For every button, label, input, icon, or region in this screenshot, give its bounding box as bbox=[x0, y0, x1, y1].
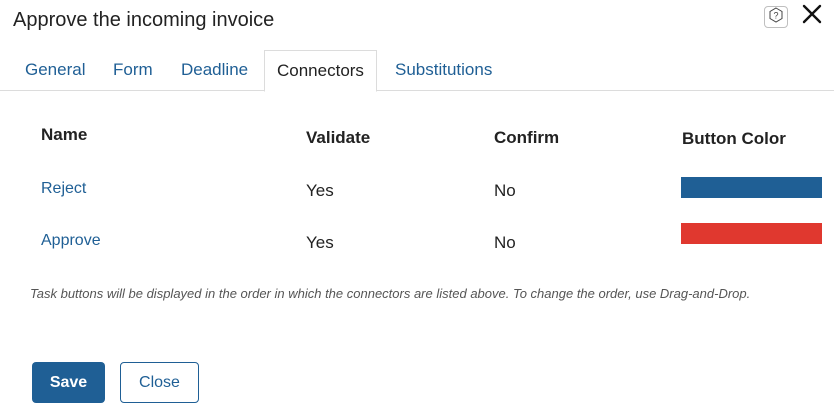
column-header-validate: Validate bbox=[306, 128, 371, 147]
connector-name-link[interactable]: Approve bbox=[41, 232, 101, 250]
close-icon bbox=[802, 4, 822, 29]
connector-name-link[interactable]: Reject bbox=[41, 180, 86, 198]
validate-value: Yes bbox=[306, 181, 334, 200]
save-button[interactable]: Save bbox=[32, 362, 105, 403]
help-button[interactable]: ? bbox=[764, 6, 788, 28]
column-header-confirm: Confirm bbox=[494, 128, 560, 147]
dialog-title: Approve the incoming invoice bbox=[13, 9, 275, 31]
tab-deadline[interactable]: Deadline bbox=[181, 50, 248, 91]
column-header-name: Name bbox=[41, 125, 88, 144]
svg-text:?: ? bbox=[773, 10, 778, 20]
confirm-value: No bbox=[494, 181, 516, 200]
connector-settings-dialog: Approve the incoming invoice ? General F… bbox=[0, 0, 834, 420]
tab-bar: General Form Deadline Connectors Substit… bbox=[0, 50, 834, 92]
confirm-value: No bbox=[494, 233, 516, 252]
column-header-button-color: Button Color bbox=[682, 129, 786, 148]
tab-connectors[interactable]: Connectors bbox=[264, 50, 377, 92]
validate-value: Yes bbox=[306, 233, 334, 252]
close-button[interactable] bbox=[801, 4, 823, 29]
order-hint-text: Task buttons will be displayed in the or… bbox=[30, 286, 751, 301]
close-dialog-button[interactable]: Close bbox=[120, 362, 199, 403]
tab-general[interactable]: General bbox=[25, 50, 85, 91]
button-color-swatch bbox=[681, 177, 822, 198]
tab-substitutions[interactable]: Substitutions bbox=[395, 50, 492, 91]
question-mark-icon: ? bbox=[769, 6, 783, 28]
button-color-swatch bbox=[681, 223, 822, 244]
tab-form[interactable]: Form bbox=[113, 50, 153, 91]
